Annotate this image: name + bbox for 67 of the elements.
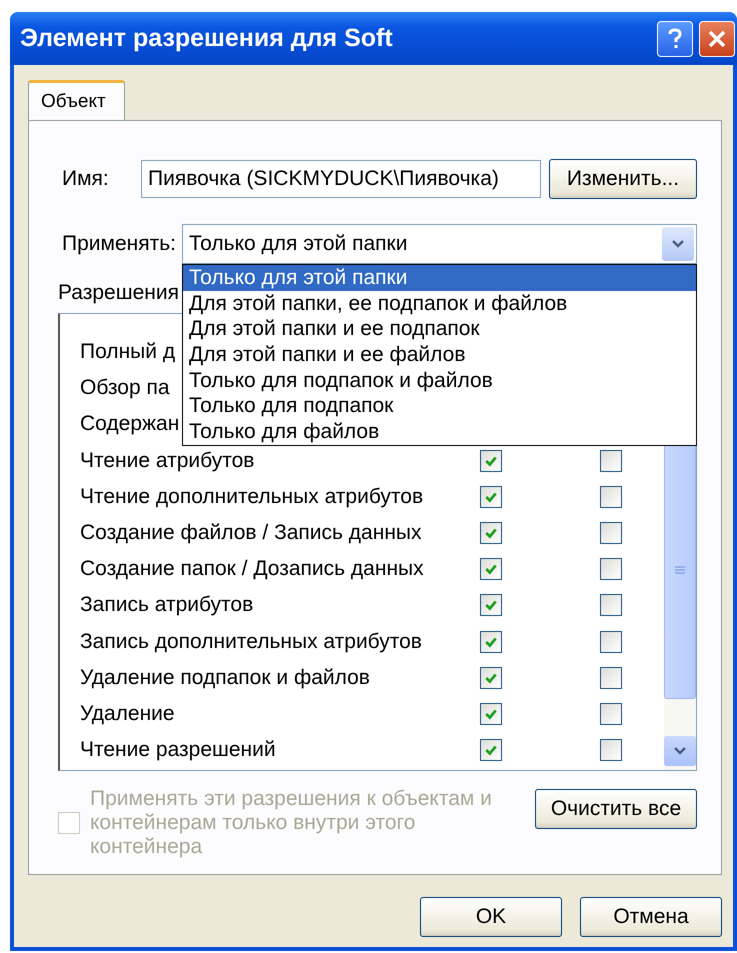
check-icon bbox=[484, 562, 498, 576]
chevron-icon bbox=[673, 746, 687, 756]
dropdown-option[interactable]: Только для файлов bbox=[182, 419, 696, 445]
check-icon bbox=[484, 454, 498, 468]
permission-name: Обзор па bbox=[80, 376, 170, 400]
dropdown-option[interactable]: Только для этой папки bbox=[182, 265, 696, 291]
permission-name: Содержан bbox=[80, 412, 180, 436]
check-icon bbox=[484, 706, 498, 721]
apply-dropdown[interactable]: Только для этой папки bbox=[182, 224, 697, 264]
cancel-button[interactable]: Отмена bbox=[580, 897, 722, 937]
checkbox[interactable] bbox=[600, 594, 622, 616]
checkbox[interactable] bbox=[600, 702, 622, 725]
permission-name: Чтение разрешений bbox=[80, 738, 276, 762]
permission-name: Чтение атрибутов bbox=[80, 448, 254, 473]
dropdown-button[interactable] bbox=[662, 227, 694, 261]
permission-name: Удаление bbox=[80, 702, 175, 726]
dropdown-option[interactable]: Только для подпапок bbox=[182, 393, 696, 420]
close-button[interactable] bbox=[699, 20, 735, 56]
inherit-option-label: Применять эти разрешения к объектам и контейнерам только внутри этого контейнера bbox=[90, 787, 493, 859]
checkbox[interactable] bbox=[480, 630, 502, 653]
apply-label: Применять: bbox=[62, 232, 176, 256]
check-icon bbox=[484, 634, 498, 649]
permission-name: Запись дополнительных атрибутов bbox=[80, 630, 422, 654]
check-icon bbox=[484, 598, 498, 612]
checkbox[interactable] bbox=[600, 558, 622, 580]
checkbox[interactable] bbox=[600, 630, 622, 653]
name-field[interactable]: Пиявочка (SICKMYDUCK\Пиявочка) bbox=[141, 160, 541, 198]
scroll-down-button[interactable] bbox=[664, 736, 696, 766]
check-icon bbox=[484, 490, 498, 504]
change-button[interactable]: Изменить... bbox=[549, 159, 697, 199]
close-icon bbox=[707, 28, 727, 48]
permission-name: Создание папок / Дозапись данных bbox=[80, 557, 424, 582]
permissions-label: Разрешения bbox=[58, 281, 179, 305]
permission-name: Запись атрибутов bbox=[80, 593, 254, 618]
check-icon bbox=[484, 526, 498, 540]
checkbox[interactable] bbox=[600, 450, 622, 472]
dropdown-option[interactable]: Для этой папки и ее файлов bbox=[182, 342, 696, 368]
checkbox[interactable] bbox=[480, 450, 502, 472]
clear-all-button[interactable]: Очистить все bbox=[535, 789, 697, 829]
checkbox[interactable] bbox=[600, 522, 622, 544]
checkbox[interactable] bbox=[600, 666, 622, 689]
checkbox[interactable] bbox=[480, 522, 502, 544]
question-mark-icon bbox=[667, 28, 683, 50]
chevron-icon bbox=[671, 239, 685, 249]
ok-button[interactable]: OK bbox=[420, 897, 562, 937]
grip-icon bbox=[674, 566, 686, 576]
permission-name: Полный д bbox=[80, 340, 176, 364]
dropdown-option[interactable]: Для этой папки и ее подпапок bbox=[182, 316, 696, 342]
tab[interactable]: Объект bbox=[28, 80, 125, 120]
name-label: Имя: bbox=[62, 167, 109, 191]
window-title: Элемент разрешения для Soft bbox=[20, 24, 394, 53]
permission-name: Удаление подпапок и файлов bbox=[80, 666, 370, 690]
checkbox[interactable] bbox=[480, 486, 502, 508]
checkbox[interactable] bbox=[480, 666, 502, 689]
check-icon bbox=[484, 743, 498, 758]
permission-name: Создание файлов / Запись данных bbox=[80, 521, 422, 546]
check-icon bbox=[484, 670, 498, 685]
checkbox[interactable] bbox=[600, 486, 622, 508]
help-button[interactable] bbox=[657, 20, 693, 56]
permission-name: Чтение дополнительных атрибутов bbox=[80, 484, 424, 509]
checkbox[interactable] bbox=[600, 739, 622, 762]
dropdown-option[interactable]: Для этой папки, ее подпапок и файлов bbox=[182, 290, 696, 316]
checkbox[interactable] bbox=[480, 702, 502, 725]
checkbox[interactable] bbox=[480, 739, 502, 762]
dropdown-option[interactable]: Только для подпапок и файлов bbox=[182, 368, 696, 394]
checkbox[interactable] bbox=[480, 558, 502, 580]
checkbox[interactable] bbox=[480, 594, 502, 616]
